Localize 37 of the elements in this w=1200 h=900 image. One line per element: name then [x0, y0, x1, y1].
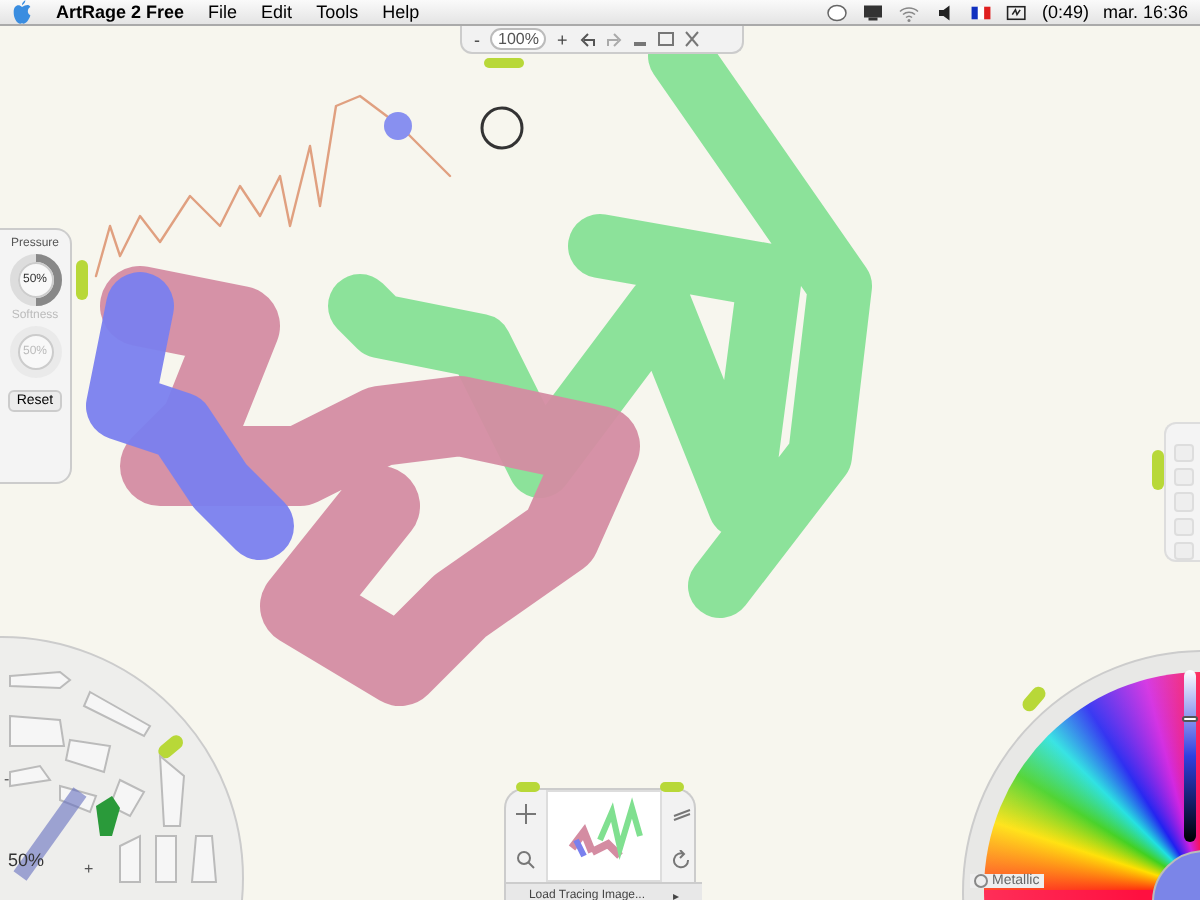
panel-handle[interactable]: [660, 782, 684, 792]
zoom-level-field[interactable]: 100%: [490, 28, 547, 50]
apple-logo-icon[interactable]: [12, 0, 32, 24]
panel-handle[interactable]: [1152, 450, 1164, 490]
clock[interactable]: mar. 16:36: [1102, 2, 1188, 22]
battery-time: (0:49): [1041, 2, 1089, 22]
luminance-slider[interactable]: [1184, 670, 1196, 842]
brush-size-label: 50%: [8, 850, 45, 870]
paint-dot: [384, 112, 412, 140]
layers-icon[interactable]: [672, 803, 692, 823]
side-panel: [1164, 422, 1200, 562]
battery-icon[interactable]: [1005, 3, 1028, 21]
display-icon[interactable]: [861, 3, 884, 21]
panel-handle[interactable]: [516, 782, 540, 792]
zoom-in-button[interactable]: +: [552, 29, 572, 49]
panel-handle[interactable]: [484, 58, 524, 68]
menu-item[interactable]: File: [208, 2, 238, 22]
close-icon[interactable]: [681, 30, 702, 48]
menu-item[interactable]: Help: [382, 2, 420, 22]
slider-thumb[interactable]: [1182, 716, 1198, 723]
maximize-icon[interactable]: [655, 30, 676, 48]
undo-icon[interactable]: [577, 30, 598, 48]
flag-icon[interactable]: [969, 3, 992, 21]
speaker-icon[interactable]: [933, 3, 956, 21]
menu-item[interactable]: Edit: [261, 2, 293, 22]
wifi-icon[interactable]: [897, 3, 920, 21]
app-name-menu[interactable]: ArtRage 2 Free: [56, 2, 185, 22]
search-icon[interactable]: [516, 849, 536, 869]
rotate-icon[interactable]: [672, 849, 692, 869]
brush-cursor-icon: [478, 104, 526, 152]
size-increase-button[interactable]: +: [84, 860, 94, 878]
zoom-out-button[interactable]: -: [470, 29, 484, 49]
menu-item[interactable]: Tools: [316, 2, 359, 22]
speech-bubble-icon[interactable]: [825, 3, 848, 21]
move-icon[interactable]: [516, 803, 536, 823]
panel-handle[interactable]: [76, 260, 88, 300]
canvas-thumbnail-drawing: [546, 790, 662, 882]
